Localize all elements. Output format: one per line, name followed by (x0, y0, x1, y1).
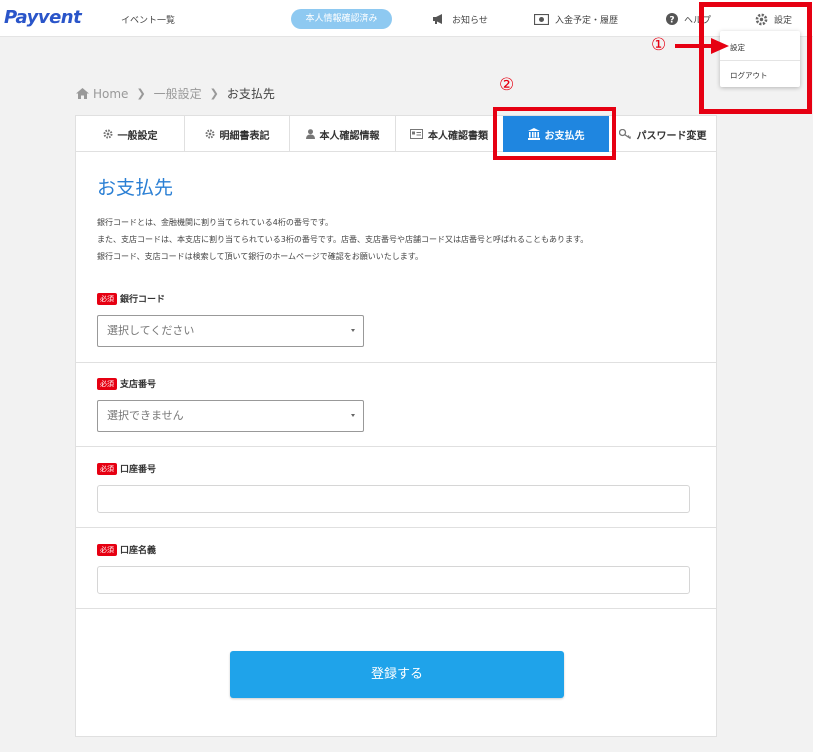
branch-select-value: 選択できません (107, 409, 184, 422)
svg-text:?: ? (669, 16, 674, 26)
description-line-1: 銀行コードとは、金融機関に割り当てられている4桁の番号です。 (97, 218, 334, 227)
bank-code-label-text: 銀行コード (120, 295, 166, 305)
divider (76, 446, 716, 447)
gear-icon (103, 129, 112, 139)
breadcrumb: Home ❯ 一般設定 ❯ お支払先 (76, 85, 275, 102)
caret-down-icon (351, 329, 355, 332)
tab-identity-info[interactable]: 本人確認情報 (290, 116, 396, 152)
submit-button[interactable]: 登録する (230, 651, 564, 698)
account-name-label: 必須 口座名義 (97, 543, 156, 556)
divider (76, 608, 716, 609)
account-number-label-text: 口座番号 (120, 465, 157, 475)
home-icon (76, 88, 89, 99)
tab-general[interactable]: 一般設定 (76, 116, 185, 152)
tab-general-label: 一般設定 (117, 130, 158, 142)
required-badge: 必須 (97, 292, 117, 305)
tab-identity-docs-label: 本人確認書類 (428, 130, 488, 142)
gear-icon (205, 129, 214, 139)
account-number-input[interactable] (97, 485, 690, 513)
tab-identity-info-label: 本人確認情報 (319, 130, 380, 142)
nav-news-label: お知らせ (452, 15, 488, 26)
description-line-3: 銀行コード、支店コードは検索して頂いて銀行のホームページで確認をお願いいたします… (97, 252, 423, 261)
branch-label-text: 支店番号 (120, 380, 157, 390)
settings-tabs: 一般設定 明細書表記 本人確認情報 本人確認書類 お支払先 パスワード変更 (76, 116, 716, 152)
chevron-right-icon: ❯ (136, 87, 146, 100)
branch-label: 必須 支店番号 (97, 377, 156, 390)
id-card-icon (410, 129, 423, 139)
account-name-label-text: 口座名義 (120, 546, 157, 556)
divider (76, 527, 716, 528)
annotation-box-2 (493, 107, 616, 160)
nav-news[interactable]: お知らせ (432, 10, 488, 28)
tab-statement-label: 明細書表記 (219, 130, 270, 142)
description-line-2: また、支店コードは、本支店に割り当てられている3桁の番号です。店番、支店番号や店… (97, 235, 589, 244)
settings-card: 一般設定 明細書表記 本人確認情報 本人確認書類 お支払先 パスワード変更 お支… (75, 115, 717, 737)
bank-code-label: 必須 銀行コード (97, 292, 165, 305)
key-icon (618, 129, 631, 139)
money-icon (534, 13, 549, 25)
tab-password-label: パスワード変更 (636, 130, 707, 142)
annotation-number-1: ① (651, 35, 667, 55)
annotation-number-2: ② (499, 75, 515, 95)
user-icon (305, 129, 315, 139)
top-header: Payvent イベント一覧 本人情報確認済み お知らせ 入金予定・履歴 ? ヘ… (0, 0, 813, 37)
chevron-right-icon: ❯ (209, 87, 219, 100)
branch-select[interactable]: 選択できません (97, 400, 364, 432)
required-badge: 必須 (97, 462, 117, 475)
annotation-arrow-icon (675, 38, 729, 54)
tab-password[interactable]: パスワード変更 (609, 116, 716, 152)
nav-event-list[interactable]: イベント一覧 (121, 13, 175, 26)
required-badge: 必須 (97, 377, 117, 390)
divider (76, 362, 716, 363)
annotation-box-1 (699, 2, 812, 114)
bank-code-select[interactable]: 選択してください (97, 315, 364, 347)
nav-deposits-label: 入金予定・履歴 (555, 15, 619, 26)
tab-statement[interactable]: 明細書表記 (185, 116, 290, 152)
tab-identity-docs[interactable]: 本人確認書類 (396, 116, 502, 152)
required-badge: 必須 (97, 543, 117, 556)
megaphone-icon (433, 14, 442, 24)
help-icon: ? (666, 13, 678, 25)
logo[interactable]: Payvent (4, 7, 82, 28)
page-title: お支払先 (97, 177, 174, 199)
account-number-label: 必須 口座番号 (97, 462, 156, 475)
breadcrumb-general[interactable]: 一般設定 (154, 85, 202, 102)
breadcrumb-home[interactable]: Home (93, 87, 128, 101)
bank-code-select-value: 選択してください (107, 324, 195, 337)
breadcrumb-current: お支払先 (226, 87, 275, 101)
account-name-input[interactable] (97, 566, 690, 594)
caret-down-icon (351, 414, 355, 417)
nav-deposits[interactable]: 入金予定・履歴 (534, 10, 618, 28)
verified-badge: 本人情報確認済み (291, 9, 392, 29)
